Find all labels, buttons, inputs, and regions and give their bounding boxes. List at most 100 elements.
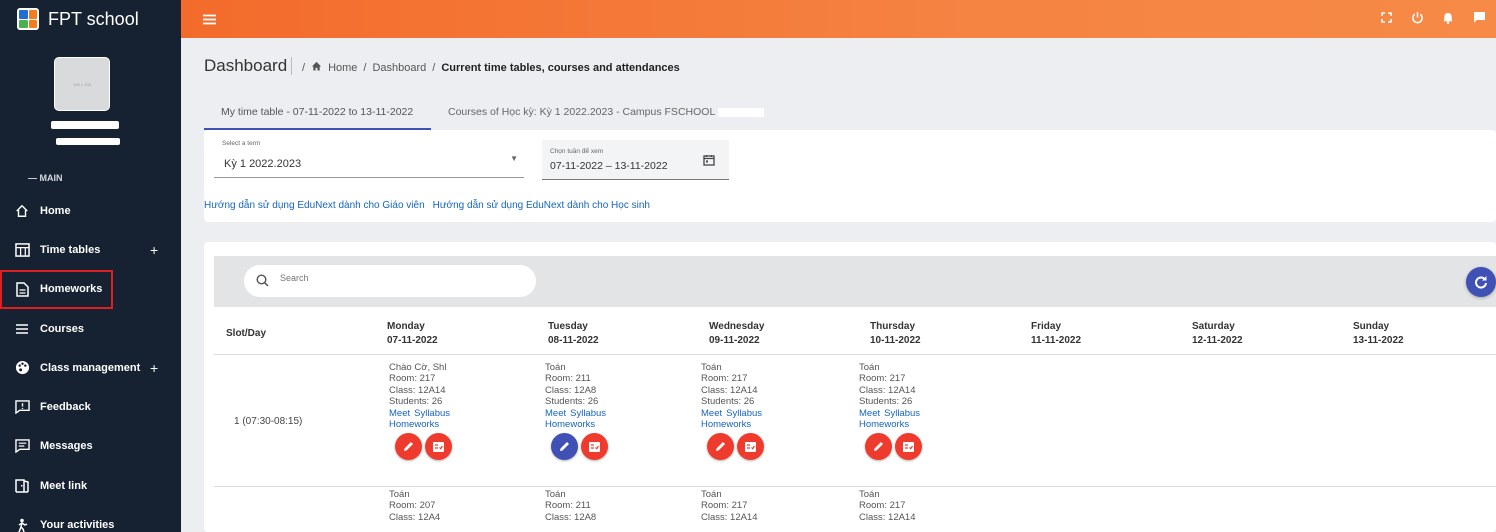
search-box[interactable]: [244, 265, 536, 297]
meet-link[interactable]: Meet: [701, 408, 722, 419]
home-breadcrumb-icon[interactable]: [311, 61, 322, 74]
tab-courses[interactable]: Courses of Học kỳ: Kỳ 1 2022.2023 - Camp…: [431, 100, 780, 130]
edit-button[interactable]: [395, 433, 422, 461]
sidebar-item-your-activities[interactable]: Your activities: [0, 505, 181, 532]
meet-link[interactable]: Meet: [859, 408, 880, 419]
meet-icon: [14, 478, 30, 494]
sidebar-item-courses[interactable]: Courses: [0, 309, 181, 348]
students: Students: 26: [701, 396, 755, 408]
fullscreen-icon[interactable]: [1379, 10, 1393, 24]
sidebar-item-label: Homeworks: [40, 283, 103, 296]
feedback-icon: [14, 399, 30, 415]
expand-plus-icon[interactable]: +: [150, 360, 158, 376]
bell-icon[interactable]: [1441, 10, 1455, 24]
palette-icon: [14, 360, 30, 376]
day-name: Thursday: [870, 321, 916, 332]
slot-label: 1 (07:30-08:15): [234, 416, 303, 427]
calendar-icon[interactable]: [703, 153, 715, 171]
avatar[interactable]: 100 × 100: [54, 57, 110, 111]
sidebar-item-time-tables[interactable]: Time tables +: [0, 230, 181, 269]
edit-button[interactable]: [707, 433, 734, 461]
refresh-button[interactable]: [1466, 267, 1496, 297]
homeworks-link[interactable]: Homeworks: [545, 419, 595, 430]
chat-icon[interactable]: [1472, 10, 1486, 24]
syllabus-link[interactable]: Syllabus: [414, 408, 450, 419]
subject: Toán: [545, 489, 566, 500]
attendance-button[interactable]: [425, 433, 452, 461]
pencil-icon: [404, 442, 413, 452]
edit-button[interactable]: [865, 433, 892, 461]
attendance-icon: [903, 441, 914, 452]
document-icon: [14, 281, 30, 297]
edit-button[interactable]: [551, 433, 578, 461]
attendance-button[interactable]: [737, 433, 764, 461]
week-picker-value: 07-11-2022 – 13-11-2022: [550, 160, 668, 172]
guide-student-link[interactable]: Hướng dẫn sử dụng EduNext dành cho Học s…: [433, 200, 650, 211]
day-name: Saturday: [1192, 321, 1235, 332]
class: Class: 12A14: [859, 384, 916, 396]
sidebar-item-class-management[interactable]: Class management +: [0, 348, 181, 387]
homeworks-link[interactable]: Homeworks: [701, 419, 751, 430]
fpt-logo-icon: [17, 8, 39, 30]
expand-plus-icon[interactable]: +: [150, 242, 158, 258]
redacted-role: [56, 138, 120, 145]
pencil-icon: [560, 442, 569, 452]
day-header-monday: Monday 07-11-2022: [387, 320, 438, 348]
sidebar-item-meet-link[interactable]: Meet link: [0, 466, 181, 505]
day-name: Sunday: [1353, 321, 1390, 332]
timetable-cell-wednesday: Toán Room: 217 Class: 12A14: [701, 489, 758, 523]
syllabus-link[interactable]: Syllabus: [884, 408, 920, 419]
week-picker[interactable]: Chọn tuần để xem 07-11-2022 – 13-11-2022: [542, 140, 729, 180]
breadcrumb-current: Current time tables, courses and attenda…: [441, 61, 680, 74]
day-name: Friday: [1031, 321, 1062, 332]
sidebar-item-homeworks[interactable]: Homeworks: [0, 269, 113, 309]
room: Room: 211: [545, 373, 591, 385]
sidebar-item-messages[interactable]: Messages: [0, 427, 181, 466]
home-icon: [14, 203, 30, 219]
timetable-cell-monday: Chào Cờ, Shl Room: 217 Class: 12A14 Stud…: [389, 362, 454, 461]
attendance-button[interactable]: [581, 433, 608, 461]
tab-my-time-table[interactable]: My time table - 07-11-2022 to 13-11-2022: [204, 100, 431, 130]
power-icon[interactable]: [1410, 10, 1424, 24]
sidebar-item-home[interactable]: Home: [0, 191, 181, 230]
subject: Toán: [859, 489, 880, 500]
term-select[interactable]: Select a term Kỳ 1 2022.2023 ▼: [214, 140, 524, 178]
timetable-cell-tuesday: Toán Room: 211 Class: 12A8: [545, 489, 596, 523]
meet-link[interactable]: Meet: [389, 408, 410, 419]
sidebar-nav: Home Time tables + Homeworks Courses Cla…: [0, 191, 181, 532]
homeworks-link[interactable]: Homeworks: [389, 419, 439, 430]
redacted-username: [51, 121, 119, 129]
breadcrumb-home[interactable]: Home: [328, 62, 357, 74]
syllabus-link[interactable]: Syllabus: [570, 408, 606, 419]
sidebar-item-label: Your activities: [40, 519, 115, 532]
hamburger-menu-icon[interactable]: [203, 12, 216, 30]
brand[interactable]: FPT school: [0, 0, 181, 38]
table-icon: [14, 242, 30, 258]
day-header-thursday: Thursday 10-11-2022: [870, 320, 921, 348]
timetable-card: Slot/Day Monday 07-11-2022 Tuesday 08-11-2…: [204, 242, 1496, 532]
row-divider: [214, 486, 1496, 487]
room: Room: 207: [389, 500, 436, 512]
attendance-button[interactable]: [895, 433, 922, 461]
subject: Toán: [389, 489, 410, 500]
guide-teacher-link[interactable]: Hướng dẫn sử dụng EduNext dành cho Giáo …: [204, 200, 425, 211]
day-name: Monday: [387, 321, 425, 332]
meet-link[interactable]: Meet: [545, 408, 566, 419]
day-header-wednesday: Wednesday 09-11-2022: [709, 320, 764, 348]
breadcrumb-dashboard[interactable]: Dashboard: [372, 62, 426, 74]
sidebar-item-label: Meet link: [40, 479, 88, 492]
syllabus-link[interactable]: Syllabus: [726, 408, 762, 419]
timetable-cell-tuesday: Toán Room: 211 Class: 12A8 Students: 26 …: [545, 362, 610, 461]
subject: Chào Cờ, Shl: [389, 362, 447, 373]
page-title: Dashboard: [204, 56, 288, 75]
search-input[interactable]: [280, 273, 510, 283]
term-select-label: Select a term: [222, 140, 261, 147]
students: Students: 26: [389, 396, 443, 408]
sidebar-item-feedback[interactable]: Feedback: [0, 387, 181, 426]
tabs: My time table - 07-11-2022 to 13-11-2022…: [204, 100, 780, 130]
class: Class: 12A8: [545, 384, 597, 396]
homeworks-link[interactable]: Homeworks: [859, 419, 909, 430]
breadcrumb: / Home / Dashboard / Current time tables…: [302, 61, 680, 74]
attendance-icon: [589, 441, 600, 452]
sidebar-item-label: Feedback: [40, 401, 91, 414]
